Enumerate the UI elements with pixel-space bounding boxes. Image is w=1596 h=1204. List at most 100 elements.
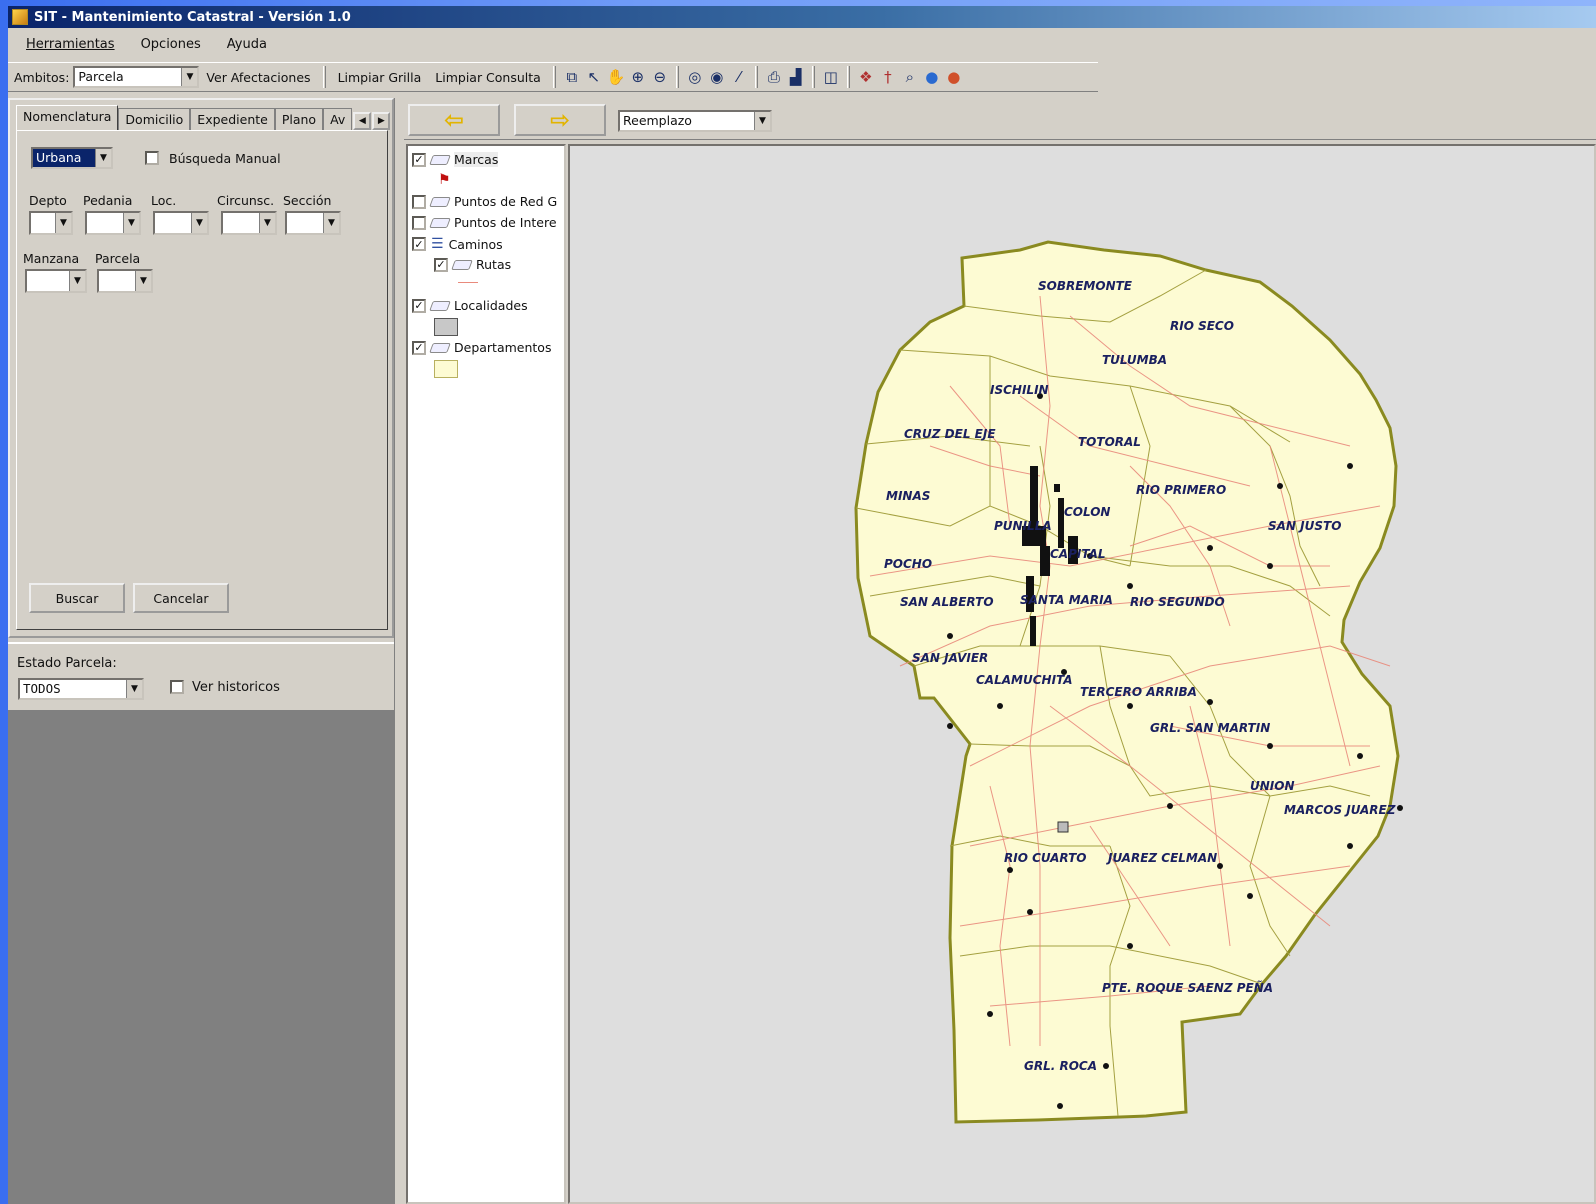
forward-button[interactable]: ⇨ — [514, 104, 606, 136]
layer-label-marcas[interactable]: Marcas — [454, 152, 499, 167]
map-canvas[interactable]: SOBREMONTE RIO SECO TULUMBA ISCHILIN CRU… — [568, 144, 1596, 1204]
map-label-rio-primero: RIO PRIMERO — [1136, 483, 1226, 497]
limpiar-consulta-button[interactable]: Limpiar Consulta — [428, 70, 548, 85]
tab-expediente[interactable]: Expediente — [190, 108, 275, 130]
layer-checkbox-puntos-interes[interactable] — [412, 215, 426, 230]
title-bar[interactable]: SIT - Mantenimiento Catastral - Versión … — [8, 6, 1596, 28]
chevron-down-icon[interactable]: ▼ — [191, 213, 207, 233]
map-label-pocho: POCHO — [884, 557, 932, 571]
tab-av[interactable]: Av — [323, 108, 353, 130]
depto-select[interactable]: ▼ — [29, 211, 73, 235]
toolbar: Ambitos: Parcela ▼ Ver Afectaciones Limp… — [8, 62, 1098, 92]
layer-label-localidades[interactable]: Localidades — [454, 298, 528, 313]
zoom-out-icon[interactable]: ⊖ — [649, 66, 671, 88]
map-label-grl-roca: GRL. ROCA — [1024, 1059, 1097, 1073]
arrow-right-icon: ⇨ — [549, 106, 571, 134]
pin-icon[interactable]: † — [877, 66, 899, 88]
mode-select[interactable]: Reemplazo ▼ — [618, 110, 772, 132]
zoom-in-icon[interactable]: ⊕ — [627, 66, 649, 88]
menu-opciones[interactable]: Opciones — [141, 37, 201, 52]
loc-select[interactable]: ▼ — [153, 211, 209, 235]
zoom-next-icon[interactable]: ◉ — [706, 66, 728, 88]
tab-nomenclatura[interactable]: Nomenclatura — [16, 105, 119, 130]
layer-row-puntos-red: Puntos de Red G — [412, 194, 557, 209]
chevron-down-icon[interactable]: ▼ — [135, 271, 151, 291]
toolbar-separator — [811, 66, 815, 88]
layer-checkbox-marcas[interactable]: ✓ — [412, 152, 426, 167]
tab-scroll-right-icon[interactable]: ▶ — [372, 112, 391, 130]
ver-historicos-checkbox[interactable] — [170, 680, 184, 694]
manzana-select[interactable]: ▼ — [25, 269, 87, 293]
province-map[interactable]: SOBREMONTE RIO SECO TULUMBA ISCHILIN CRU… — [570, 146, 1596, 1204]
chevron-down-icon[interactable]: ▼ — [69, 271, 85, 291]
map-label-rio-cuarto: RIO CUARTO — [1004, 851, 1086, 865]
buscar-button[interactable]: Buscar — [29, 583, 125, 613]
columns-icon[interactable]: ◫ — [820, 66, 842, 88]
tab-domicilio[interactable]: Domicilio — [118, 108, 191, 130]
measure-icon[interactable]: ⁄ — [728, 66, 750, 88]
estado-select[interactable]: TODOS ▼ — [18, 678, 144, 700]
map-label-rio-seco: RIO SECO — [1170, 319, 1234, 333]
tab-plano[interactable]: Plano — [274, 108, 324, 130]
seccion-select[interactable]: ▼ — [285, 211, 341, 235]
chevron-down-icon[interactable]: ▼ — [126, 680, 142, 698]
layer-label-rutas[interactable]: Rutas — [476, 257, 511, 272]
ver-afectaciones-button[interactable]: Ver Afectaciones — [199, 70, 317, 85]
chevron-down-icon[interactable]: ▼ — [123, 213, 139, 233]
layer-checkbox-rutas[interactable]: ✓ — [434, 257, 448, 272]
layer-label-puntos-red[interactable]: Puntos de Red G — [454, 194, 557, 209]
estado-parcela-label: Estado Parcela: — [17, 656, 117, 671]
menu-ayuda[interactable]: Ayuda — [227, 37, 267, 52]
map-label-minas: MINAS — [886, 489, 930, 503]
pointer-icon[interactable]: ↖ — [583, 66, 605, 88]
window-title: SIT - Mantenimiento Catastral - Versión … — [34, 9, 351, 25]
manzana-label: Manzana — [23, 251, 80, 266]
nomenclatura-tab-body: Urbana ▼ Búsqueda Manual Depto Pedania L… — [16, 130, 388, 630]
copy-icon[interactable]: ⧉ — [561, 66, 583, 88]
chevron-down-icon[interactable]: ▼ — [323, 213, 339, 233]
cancelar-button[interactable]: Cancelar — [133, 583, 229, 613]
map-label-totoral: TOTORAL — [1078, 435, 1141, 449]
estado-value: TODOS — [23, 681, 61, 696]
layer-label-puntos-interes[interactable]: Puntos de Intere — [454, 215, 557, 230]
chevron-down-icon[interactable]: ▼ — [55, 213, 71, 233]
layer-checkbox-puntos-red[interactable] — [412, 194, 426, 209]
layer-checkbox-caminos[interactable]: ✓ — [412, 237, 426, 251]
panel-splitter[interactable] — [394, 98, 402, 1204]
chevron-down-icon[interactable]: ▼ — [754, 112, 770, 130]
tipo-select[interactable]: Urbana ▼ — [31, 147, 113, 169]
results-grid[interactable] — [8, 710, 394, 1204]
print-icon[interactable]: ⎙ — [763, 66, 785, 88]
zoom-previous-icon[interactable]: ◎ — [684, 66, 706, 88]
circunsc-select[interactable]: ▼ — [221, 211, 277, 235]
back-button[interactable]: ⇦ — [408, 104, 500, 136]
busqueda-manual-checkbox[interactable] — [145, 151, 159, 165]
toolbar-separator — [322, 66, 326, 88]
chevron-down-icon[interactable]: ▼ — [95, 149, 111, 167]
world-icon[interactable]: ● — [943, 66, 965, 88]
pedania-select[interactable]: ▼ — [85, 211, 141, 235]
limpiar-grilla-button[interactable]: Limpiar Grilla — [331, 70, 429, 85]
layer-group-icon: ☰ — [431, 236, 444, 252]
road-legend-swatch — [458, 282, 478, 283]
globe-icon[interactable]: ● — [921, 66, 943, 88]
layer-checkbox-localidades[interactable]: ✓ — [412, 298, 426, 313]
pan-hand-icon[interactable]: ✋ — [605, 66, 627, 88]
layer-row-localidades: ✓ Localidades — [412, 298, 528, 313]
chevron-down-icon[interactable]: ▼ — [259, 213, 275, 233]
tab-scroll-left-icon[interactable]: ◀ — [353, 112, 372, 130]
layer-label-departamentos[interactable]: Departamentos — [454, 340, 551, 355]
map-navigation-bar: ⇦ ⇨ Reemplazo ▼ — [404, 98, 1596, 140]
menu-herramientas[interactable]: Herramientas — [26, 37, 115, 52]
layer-icon — [429, 300, 451, 311]
ambitos-select[interactable]: Parcela ▼ — [73, 66, 200, 88]
parcela-select[interactable]: ▼ — [97, 269, 153, 293]
map-label-colon: COLON — [1064, 505, 1110, 519]
layers-icon[interactable]: ❖ — [855, 66, 877, 88]
chart-icon[interactable]: ▟ — [785, 66, 807, 88]
layer-label-caminos[interactable]: Caminos — [449, 237, 503, 252]
layer-checkbox-departamentos[interactable]: ✓ — [412, 340, 426, 355]
app-icon — [12, 9, 28, 25]
chevron-down-icon[interactable]: ▼ — [181, 68, 198, 86]
search-icon[interactable]: ⌕ — [899, 66, 921, 88]
